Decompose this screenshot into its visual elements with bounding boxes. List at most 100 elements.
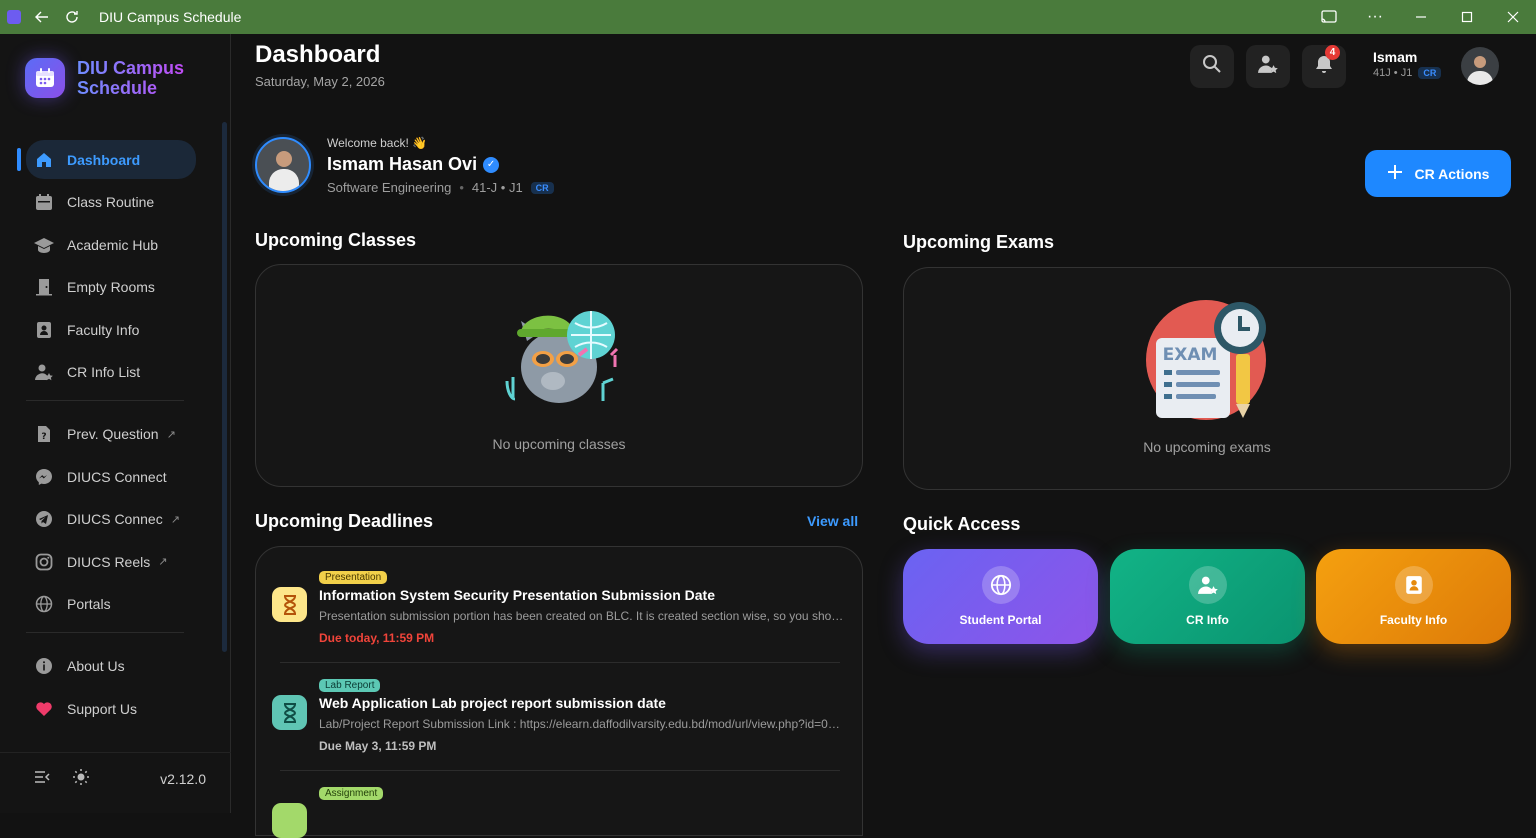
notifications-button[interactable]: 4 (1302, 45, 1346, 88)
graduation-cap-icon (34, 235, 54, 255)
no-classes-text: No upcoming classes (492, 436, 626, 452)
deadline-tag: Assignment (319, 787, 384, 800)
svg-text:?: ? (41, 432, 46, 442)
cr-badge: CR (1418, 67, 1442, 79)
upcoming-exams-card: EXAM No upcoming exams (903, 267, 1511, 490)
maximize-icon[interactable] (1444, 0, 1490, 34)
view-all-deadlines-link[interactable]: View all (807, 513, 858, 529)
deadline-description: Presentation submission portion has been… (319, 609, 844, 623)
hourglass-icon (272, 587, 307, 622)
no-exams-text: No upcoming exams (1143, 439, 1271, 455)
sidebar-item-academic-hub[interactable]: Academic Hub (0, 225, 220, 264)
sidebar-nav: Dashboard Class Routine Academic Hub Emp… (0, 140, 220, 732)
cr-info-button[interactable]: CR Info (1110, 549, 1305, 644)
back-icon[interactable] (27, 0, 57, 34)
sidebar-item-diucs-telegram[interactable]: DIUCS Connec ↗ (0, 500, 220, 539)
brand[interactable]: DIU Campus Schedule (25, 58, 184, 98)
window-titlebar: DIU Campus Schedule ··· (0, 0, 1536, 34)
sidebar-item-dashboard[interactable]: Dashboard (0, 140, 220, 179)
deadline-title: Web Application Lab project report submi… (319, 695, 666, 711)
telegram-icon (34, 509, 54, 529)
deadline-due: Due May 3, 11:59 PM (319, 739, 437, 753)
sidebar-scrollbar[interactable] (222, 122, 227, 652)
window-title: DIU Campus Schedule (99, 9, 242, 25)
verified-check-icon: ✓ (483, 156, 500, 173)
sidebar-item-diucs-reels[interactable]: DIUCS Reels ↗ (0, 542, 220, 581)
faculty-info-button[interactable]: Faculty Info (1316, 549, 1511, 644)
welcome-user-name: Ismam Hasan Ovi ✓ (327, 154, 500, 175)
external-link-icon: ↗ (166, 428, 176, 441)
deadline-title: Information System Security Presentation… (319, 587, 715, 603)
home-icon (34, 150, 54, 170)
contact-card-icon (1394, 566, 1433, 604)
cr-actions-button[interactable]: CR Actions (1365, 150, 1511, 197)
cast-icon[interactable] (1306, 0, 1352, 34)
sidebar-item-diucs-connect[interactable]: DIUCS Connect (0, 457, 220, 496)
profile-avatar[interactable] (255, 137, 311, 193)
app-icon (7, 10, 21, 24)
more-icon[interactable]: ··· (1352, 0, 1398, 34)
plus-icon (1387, 164, 1403, 183)
minimize-icon[interactable] (1398, 0, 1444, 34)
info-icon (34, 656, 54, 676)
sidebar-item-empty-rooms[interactable]: Empty Rooms (0, 268, 220, 307)
cr-profile-button[interactable] (1246, 45, 1290, 88)
globe-icon (34, 594, 54, 614)
question-file-icon: ? (34, 424, 54, 444)
page-title: Dashboard (255, 41, 381, 68)
student-portal-button[interactable]: Student Portal (903, 549, 1098, 644)
globe-icon (981, 566, 1020, 604)
calendar-logo-icon (25, 58, 65, 98)
sidebar-footer: v2.12.0 (0, 752, 231, 806)
page-date: Saturday, May 2, 2026 (255, 74, 385, 89)
sidebar-item-support-us[interactable]: Support Us (0, 689, 220, 728)
theme-sun-icon[interactable] (72, 768, 90, 791)
sidebar-item-faculty-info[interactable]: Faculty Info (0, 310, 220, 349)
door-icon (34, 277, 54, 297)
collapse-menu-icon[interactable] (34, 770, 50, 789)
refresh-icon[interactable] (57, 0, 87, 34)
app-version: v2.12.0 (160, 771, 206, 787)
header-user-name: Ismam (1373, 49, 1418, 65)
deadline-divider (280, 662, 840, 663)
exam-clock-illustration: EXAM (1144, 298, 1272, 422)
external-link-icon: ↗ (158, 556, 168, 568)
upcoming-exams-title: Upcoming Exams (903, 232, 1055, 252)
notification-count-badge: 4 (1325, 45, 1340, 60)
close-icon[interactable] (1490, 0, 1536, 34)
user-star-icon (1258, 54, 1278, 79)
welcome-department: Software Engineering • 41-J • J1 CR (327, 180, 554, 195)
avatar[interactable] (1461, 47, 1499, 85)
deadline-description: Lab/Project Report Submission Link : htt… (319, 717, 844, 731)
cr-badge: CR (530, 181, 554, 194)
upcoming-classes-card: No upcoming classes (255, 264, 863, 487)
upcoming-classes-title: Upcoming Classes (255, 230, 417, 250)
svg-text:EXAM: EXAM (1163, 345, 1218, 365)
search-button[interactable] (1190, 45, 1234, 88)
calendar-icon (34, 192, 54, 212)
hourglass-icon (272, 695, 307, 730)
deadline-due: Due today, 11:59 PM (319, 631, 435, 645)
sidebar-divider (26, 631, 184, 633)
instagram-icon (34, 552, 54, 572)
sidebar-item-class-routine[interactable]: Class Routine (0, 183, 220, 222)
brand-line1: DIU Campus (77, 58, 185, 78)
user-star-icon (1188, 566, 1227, 604)
external-link-icon: ↗ (170, 513, 180, 526)
deadline-divider (280, 770, 840, 771)
sidebar: DIU Campus Schedule Dashboard Class Rout… (0, 34, 231, 813)
sidebar-item-prev-question[interactable]: ? Prev. Question ↗ (0, 415, 220, 454)
quick-access-title: Quick Access (903, 514, 1021, 534)
cat-music-illustration (499, 301, 623, 411)
brand-line2: Schedule (77, 78, 158, 98)
messenger-icon (34, 467, 54, 487)
deadline-tag: Presentation (319, 571, 388, 584)
sidebar-item-about-us[interactable]: About Us (0, 647, 220, 686)
sidebar-divider (26, 399, 184, 401)
welcome-greeting: Welcome back! 👋 (327, 136, 428, 150)
sidebar-item-cr-info-list[interactable]: CR Info List (0, 353, 220, 392)
sidebar-item-portals[interactable]: Portals (0, 585, 220, 624)
deadlines-card: Presentation Information System Security… (255, 546, 863, 838)
deadline-tag: Lab Report (319, 679, 381, 692)
heart-icon (34, 699, 54, 719)
